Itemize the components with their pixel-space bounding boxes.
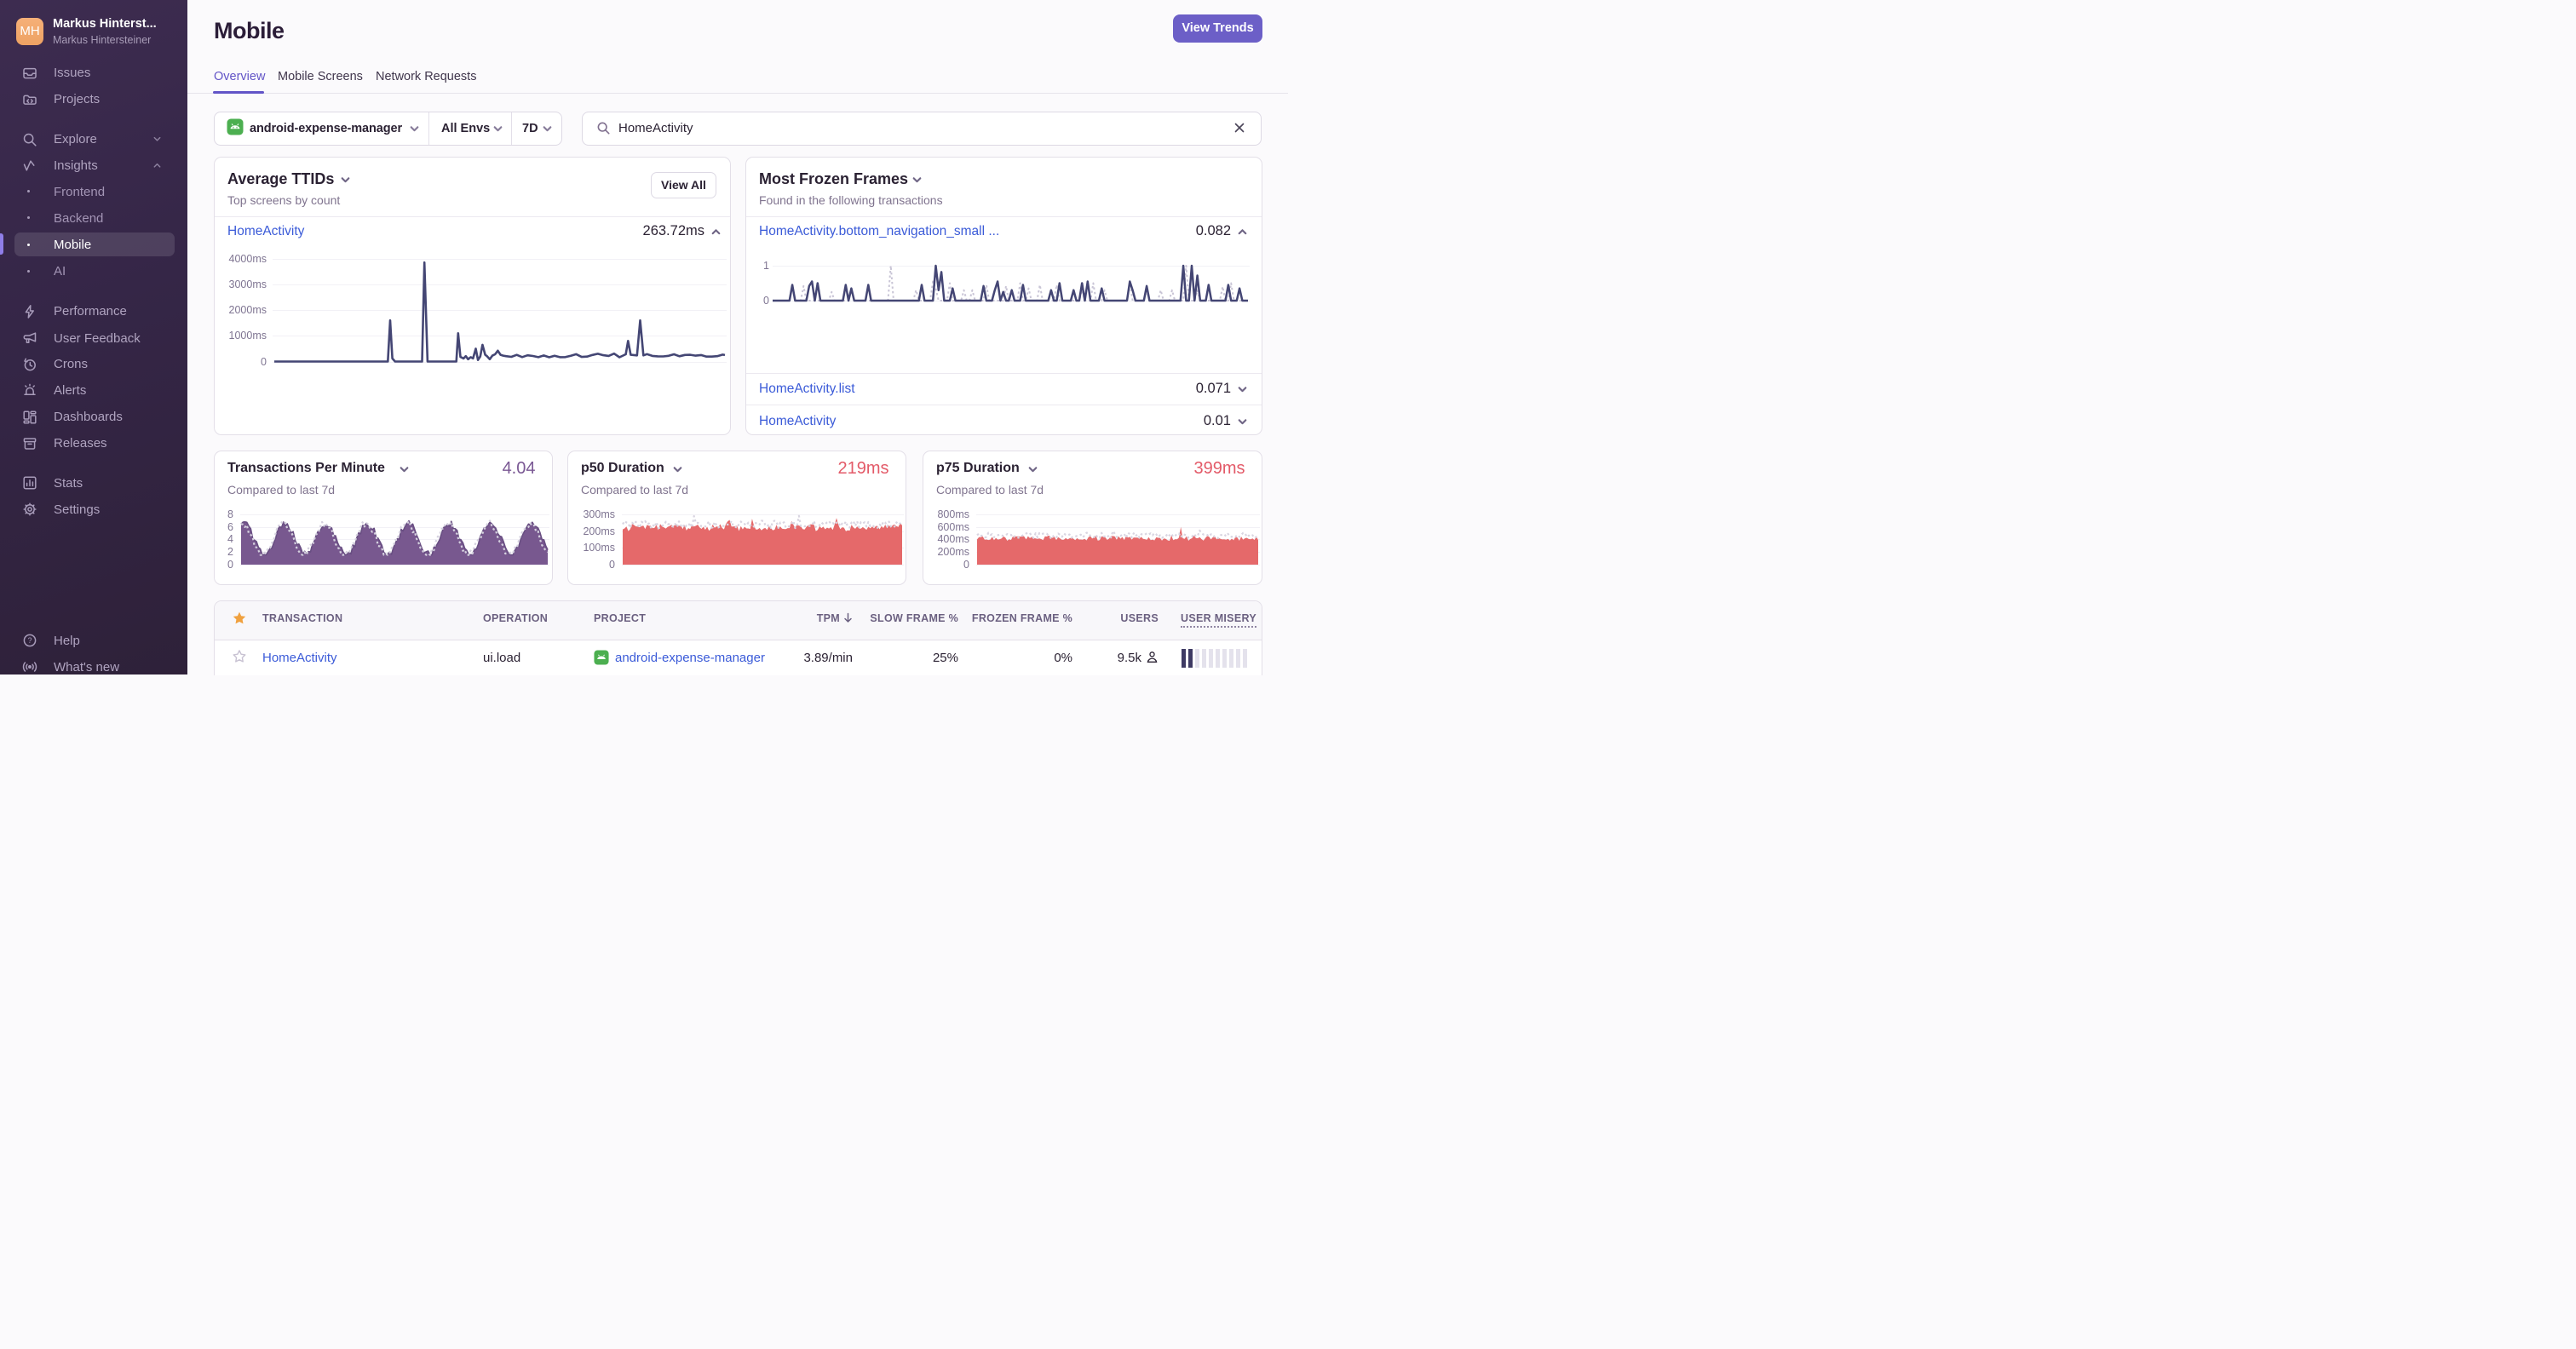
- svg-text:?: ?: [27, 636, 32, 645]
